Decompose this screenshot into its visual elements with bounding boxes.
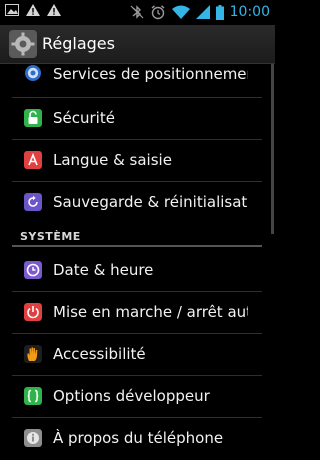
warning-icon	[47, 4, 61, 16]
settings-item-accessibility[interactable]: Accessibilité	[0, 334, 275, 376]
settings-item-label: Mise en marche / arrêt automatique	[53, 303, 248, 321]
bluetooth-muted-icon	[130, 5, 144, 19]
alarm-icon	[151, 5, 165, 20]
braces-icon	[24, 387, 42, 405]
battery-icon	[215, 4, 224, 20]
settings-item-language[interactable]: Langue & saisie	[0, 140, 275, 182]
language-icon	[24, 151, 42, 169]
status-bar-system: 10:00	[130, 3, 270, 21]
status-time: 10:00	[229, 4, 270, 20]
settings-gear-icon[interactable]	[9, 30, 37, 58]
settings-item-security[interactable]: Sécurité	[0, 98, 275, 140]
settings-item-label: Sauvegarde & réinitialisation	[53, 193, 248, 211]
settings-item-about-phone[interactable]: À propos du téléphone	[0, 418, 275, 460]
signal-icon	[195, 5, 210, 19]
settings-item-label: Accessibilité	[53, 345, 146, 363]
settings-item-label: Langue & saisie	[53, 151, 172, 169]
status-bar: 10:00	[0, 0, 275, 25]
settings-item-location[interactable]: Services de positionnement	[0, 56, 275, 98]
settings-item-label: À propos du téléphone	[53, 429, 224, 447]
settings-item-scheduled-power[interactable]: Mise en marche / arrêt automatique	[0, 292, 275, 334]
status-bar-notifications	[5, 4, 61, 16]
section-divider	[12, 245, 262, 247]
backup-icon	[24, 193, 42, 211]
settings-item-developer-options[interactable]: Options développeur	[0, 376, 275, 418]
info-icon	[24, 429, 42, 447]
settings-item-label: Sécurité	[53, 109, 115, 127]
settings-item-label: Options développeur	[53, 387, 210, 405]
clock-icon	[24, 261, 42, 279]
settings-item-label: Date & heure	[53, 261, 154, 279]
warning-icon	[26, 4, 40, 16]
lock-icon	[24, 109, 42, 127]
section-header-system: SYSTÈME	[20, 230, 81, 243]
wifi-icon	[171, 5, 190, 19]
settings-item-label: Services de positionnement	[53, 65, 248, 83]
image-icon	[5, 4, 19, 16]
settings-item-date-time[interactable]: Date & heure	[0, 250, 275, 292]
page-title: Réglages	[42, 34, 115, 53]
power-schedule-icon	[24, 303, 42, 321]
settings-item-backup[interactable]: Sauvegarde & réinitialisation	[0, 182, 275, 224]
location-icon	[25, 65, 41, 81]
scrollbar[interactable]	[271, 64, 274, 234]
hand-icon	[24, 345, 42, 363]
